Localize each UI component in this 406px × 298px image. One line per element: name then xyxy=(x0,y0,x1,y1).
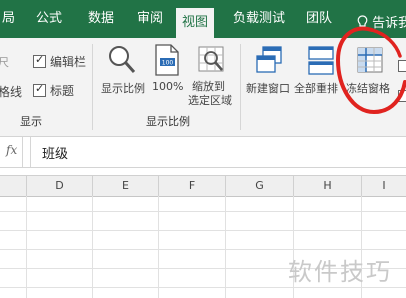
row-gridline xyxy=(0,230,406,231)
column-header-row: D E F G H I xyxy=(0,175,406,197)
select-all-corner[interactable] xyxy=(0,176,27,196)
column-header-i[interactable]: I xyxy=(362,176,406,196)
formula-bar-divider xyxy=(30,137,31,167)
column-gridline xyxy=(225,196,226,298)
column-gridline xyxy=(92,196,93,298)
row-gridline xyxy=(0,287,406,288)
row-gridline xyxy=(0,249,406,250)
formula-bar: fx 班级 xyxy=(0,137,406,168)
formula-bar-divider xyxy=(22,137,23,167)
column-gridline xyxy=(26,196,27,298)
function-icon[interactable]: fx xyxy=(6,143,17,157)
column-gridline xyxy=(158,196,159,298)
row-gridline xyxy=(0,211,406,212)
column-header-h[interactable]: H xyxy=(294,176,362,196)
column-header-f[interactable]: F xyxy=(159,176,226,196)
watermark-text: 软件技巧 xyxy=(288,258,392,286)
formula-bar-value[interactable]: 班级 xyxy=(42,143,68,162)
column-header-d[interactable]: D xyxy=(27,176,93,196)
column-header-e[interactable]: E xyxy=(93,176,159,196)
column-header-g[interactable]: G xyxy=(226,176,294,196)
